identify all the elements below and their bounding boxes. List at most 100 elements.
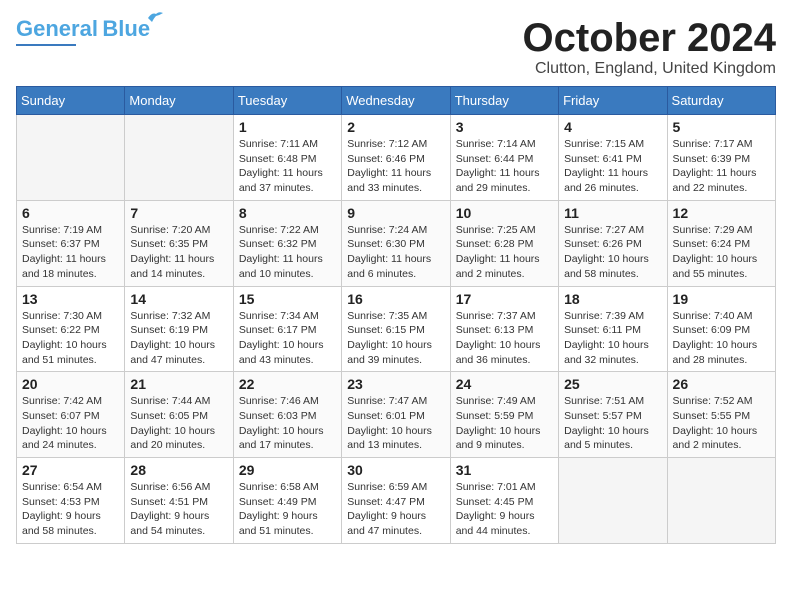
calendar-day-cell: 4 Sunrise: 7:15 AMSunset: 6:41 PMDaylight… bbox=[559, 115, 667, 201]
day-info: Sunrise: 6:59 AMSunset: 4:47 PMDaylight:… bbox=[347, 480, 444, 539]
calendar-day-cell: 5 Sunrise: 7:17 AMSunset: 6:39 PMDaylight… bbox=[667, 115, 775, 201]
calendar-day-cell: 31Sunrise: 7:01 AMSunset: 4:45 PMDayligh… bbox=[450, 458, 558, 544]
weekday-header-monday: Monday bbox=[125, 87, 233, 115]
calendar-day-cell: 6 Sunrise: 7:19 AMSunset: 6:37 PMDaylight… bbox=[17, 200, 125, 286]
day-info: Sunrise: 7:25 AMSunset: 6:28 PMDaylight:… bbox=[456, 223, 553, 282]
day-info: Sunrise: 6:56 AMSunset: 4:51 PMDaylight:… bbox=[130, 480, 227, 539]
calendar-day-cell: 11 Sunrise: 7:27 AMSunset: 6:26 PMDayligh… bbox=[559, 200, 667, 286]
day-info: Sunrise: 7:40 AMSunset: 6:09 PMDaylight:… bbox=[673, 309, 770, 368]
calendar-week-row: 27 Sunrise: 6:54 AMSunset: 4:53 PMDayligh… bbox=[17, 458, 776, 544]
calendar-day-cell bbox=[125, 115, 233, 201]
day-info: Sunrise: 7:27 AMSunset: 6:26 PMDaylight:… bbox=[564, 223, 661, 282]
calendar-day-cell: 24Sunrise: 7:49 AMSunset: 5:59 PMDayligh… bbox=[450, 372, 558, 458]
day-info: Sunrise: 6:58 AMSunset: 4:49 PMDaylight:… bbox=[239, 480, 336, 539]
day-number: 21 bbox=[130, 376, 227, 392]
day-info: Sunrise: 7:34 AMSunset: 6:17 PMDaylight:… bbox=[239, 309, 336, 368]
calendar-day-cell: 29 Sunrise: 6:58 AMSunset: 4:49 PMDayligh… bbox=[233, 458, 341, 544]
calendar-day-cell: 9Sunrise: 7:24 AMSunset: 6:30 PMDaylight… bbox=[342, 200, 450, 286]
day-number: 9 bbox=[347, 205, 444, 221]
day-number: 4 bbox=[564, 119, 661, 135]
calendar-day-cell: 23 Sunrise: 7:47 AMSunset: 6:01 PMDayligh… bbox=[342, 372, 450, 458]
calendar-week-row: 6 Sunrise: 7:19 AMSunset: 6:37 PMDaylight… bbox=[17, 200, 776, 286]
day-number: 5 bbox=[673, 119, 770, 135]
day-info: Sunrise: 7:11 AMSunset: 6:48 PMDaylight:… bbox=[239, 137, 336, 196]
day-number: 24 bbox=[456, 376, 553, 392]
day-info: Sunrise: 7:22 AMSunset: 6:32 PMDaylight:… bbox=[239, 223, 336, 282]
day-number: 18 bbox=[564, 291, 661, 307]
location-subtitle: Clutton, England, United Kingdom bbox=[523, 60, 776, 78]
calendar-day-cell: 16 Sunrise: 7:35 AMSunset: 6:15 PMDayligh… bbox=[342, 286, 450, 372]
weekday-header-tuesday: Tuesday bbox=[233, 87, 341, 115]
month-title: October 2024 bbox=[523, 16, 776, 60]
day-info: Sunrise: 7:20 AMSunset: 6:35 PMDaylight:… bbox=[130, 223, 227, 282]
day-info: Sunrise: 7:01 AMSunset: 4:45 PMDaylight:… bbox=[456, 480, 553, 539]
day-number: 2 bbox=[347, 119, 444, 135]
calendar-day-cell: 1 Sunrise: 7:11 AMSunset: 6:48 PMDaylight… bbox=[233, 115, 341, 201]
day-number: 19 bbox=[673, 291, 770, 307]
calendar-day-cell: 3Sunrise: 7:14 AMSunset: 6:44 PMDaylight… bbox=[450, 115, 558, 201]
weekday-header-wednesday: Wednesday bbox=[342, 87, 450, 115]
weekday-header-thursday: Thursday bbox=[450, 87, 558, 115]
calendar-day-cell: 21 Sunrise: 7:44 AMSunset: 6:05 PMDayligh… bbox=[125, 372, 233, 458]
day-info: Sunrise: 7:15 AMSunset: 6:41 PMDaylight:… bbox=[564, 137, 661, 196]
day-number: 26 bbox=[673, 376, 770, 392]
day-info: Sunrise: 7:29 AMSunset: 6:24 PMDaylight:… bbox=[673, 223, 770, 282]
day-number: 17 bbox=[456, 291, 553, 307]
day-number: 22 bbox=[239, 376, 336, 392]
day-number: 25 bbox=[564, 376, 661, 392]
day-info: Sunrise: 7:12 AMSunset: 6:46 PMDaylight:… bbox=[347, 137, 444, 196]
day-info: Sunrise: 7:44 AMSunset: 6:05 PMDaylight:… bbox=[130, 394, 227, 453]
calendar-day-cell: 28 Sunrise: 6:56 AMSunset: 4:51 PMDayligh… bbox=[125, 458, 233, 544]
page-header: General Blue October 2024 Clutton, Engla… bbox=[16, 16, 776, 78]
day-number: 29 bbox=[239, 462, 336, 478]
weekday-header-saturday: Saturday bbox=[667, 87, 775, 115]
calendar-day-cell: 12 Sunrise: 7:29 AMSunset: 6:24 PMDayligh… bbox=[667, 200, 775, 286]
calendar-day-cell: 13Sunrise: 7:30 AMSunset: 6:22 PMDayligh… bbox=[17, 286, 125, 372]
day-info: Sunrise: 7:35 AMSunset: 6:15 PMDaylight:… bbox=[347, 309, 444, 368]
calendar-week-row: 13Sunrise: 7:30 AMSunset: 6:22 PMDayligh… bbox=[17, 286, 776, 372]
calendar-week-row: 1 Sunrise: 7:11 AMSunset: 6:48 PMDaylight… bbox=[17, 115, 776, 201]
calendar-day-cell: 30 Sunrise: 6:59 AMSunset: 4:47 PMDayligh… bbox=[342, 458, 450, 544]
calendar-week-row: 20 Sunrise: 7:42 AMSunset: 6:07 PMDayligh… bbox=[17, 372, 776, 458]
day-number: 16 bbox=[347, 291, 444, 307]
day-number: 13 bbox=[22, 291, 119, 307]
day-number: 28 bbox=[130, 462, 227, 478]
calendar-day-cell: 20 Sunrise: 7:42 AMSunset: 6:07 PMDayligh… bbox=[17, 372, 125, 458]
day-info: Sunrise: 7:47 AMSunset: 6:01 PMDaylight:… bbox=[347, 394, 444, 453]
day-number: 12 bbox=[673, 205, 770, 221]
day-number: 6 bbox=[22, 205, 119, 221]
day-number: 23 bbox=[347, 376, 444, 392]
calendar-day-cell: 19 Sunrise: 7:40 AMSunset: 6:09 PMDayligh… bbox=[667, 286, 775, 372]
title-area: October 2024 Clutton, England, United Ki… bbox=[523, 16, 776, 78]
day-info: Sunrise: 7:14 AMSunset: 6:44 PMDaylight:… bbox=[456, 137, 553, 196]
day-number: 7 bbox=[130, 205, 227, 221]
day-number: 20 bbox=[22, 376, 119, 392]
day-info: Sunrise: 7:17 AMSunset: 6:39 PMDaylight:… bbox=[673, 137, 770, 196]
calendar-day-cell bbox=[559, 458, 667, 544]
calendar-day-cell bbox=[17, 115, 125, 201]
calendar-day-cell: 18Sunrise: 7:39 AMSunset: 6:11 PMDayligh… bbox=[559, 286, 667, 372]
day-number: 27 bbox=[22, 462, 119, 478]
calendar-day-cell bbox=[667, 458, 775, 544]
day-info: Sunrise: 7:37 AMSunset: 6:13 PMDaylight:… bbox=[456, 309, 553, 368]
calendar-table: SundayMondayTuesdayWednesdayThursdayFrid… bbox=[16, 86, 776, 544]
day-number: 10 bbox=[456, 205, 553, 221]
weekday-header-row: SundayMondayTuesdayWednesdayThursdayFrid… bbox=[17, 87, 776, 115]
day-info: Sunrise: 7:46 AMSunset: 6:03 PMDaylight:… bbox=[239, 394, 336, 453]
calendar-day-cell: 22 Sunrise: 7:46 AMSunset: 6:03 PMDayligh… bbox=[233, 372, 341, 458]
day-number: 30 bbox=[347, 462, 444, 478]
calendar-day-cell: 10 Sunrise: 7:25 AMSunset: 6:28 PMDayligh… bbox=[450, 200, 558, 286]
day-number: 1 bbox=[239, 119, 336, 135]
day-number: 15 bbox=[239, 291, 336, 307]
calendar-day-cell: 15 Sunrise: 7:34 AMSunset: 6:17 PMDayligh… bbox=[233, 286, 341, 372]
day-info: Sunrise: 7:51 AMSunset: 5:57 PMDaylight:… bbox=[564, 394, 661, 453]
day-info: Sunrise: 6:54 AMSunset: 4:53 PMDaylight:… bbox=[22, 480, 119, 539]
calendar-day-cell: 7 Sunrise: 7:20 AMSunset: 6:35 PMDaylight… bbox=[125, 200, 233, 286]
calendar-day-cell: 2 Sunrise: 7:12 AMSunset: 6:46 PMDaylight… bbox=[342, 115, 450, 201]
day-info: Sunrise: 7:42 AMSunset: 6:07 PMDaylight:… bbox=[22, 394, 119, 453]
day-number: 8 bbox=[239, 205, 336, 221]
logo-general: General bbox=[16, 16, 98, 41]
weekday-header-sunday: Sunday bbox=[17, 87, 125, 115]
day-number: 11 bbox=[564, 205, 661, 221]
day-info: Sunrise: 7:19 AMSunset: 6:37 PMDaylight:… bbox=[22, 223, 119, 282]
